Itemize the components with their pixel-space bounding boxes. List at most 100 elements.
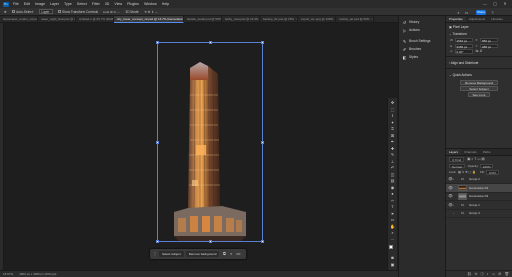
trash-icon[interactable]: 🗑 <box>504 272 509 276</box>
panel-brushes[interactable]: ✐ Brushes <box>399 45 445 53</box>
panel-actions[interactable]: ▷ Actions <box>399 26 445 34</box>
layer-row[interactable]: 👁 Generative Fill <box>446 193 512 201</box>
screen-mode-icon[interactable]: ▣ <box>390 262 396 269</box>
panel-history[interactable]: ↺ History <box>399 18 445 26</box>
menu-help[interactable]: Help <box>162 2 169 6</box>
opacity-field[interactable]: 100% <box>479 163 494 169</box>
fill-field[interactable]: 100% <box>485 170 500 175</box>
select-subject-button[interactable]: Select subject <box>159 251 184 257</box>
close-tab-icon[interactable]: × <box>371 17 373 21</box>
angle-field[interactable]: 0.00° <box>454 49 473 54</box>
panel-brush-settings[interactable]: ✎ Brush Settings <box>399 37 445 45</box>
search-icon[interactable]: ⌕ <box>456 10 461 15</box>
blend-mode-dropdown[interactable]: Normal <box>449 163 465 169</box>
handle-top-left[interactable] <box>156 41 159 44</box>
align-icons[interactable]: ⊟ ⊞ ⊠ ⊡ ⋯ <box>103 10 120 14</box>
transform-bounding-box[interactable] <box>156 41 264 243</box>
mask-icon[interactable]: ◫ <box>480 272 483 276</box>
maximize-icon[interactable]: ▢ <box>490 1 500 7</box>
menu-plugins[interactable]: Plugins <box>127 2 139 6</box>
link-icon[interactable]: ⛓ <box>467 272 472 276</box>
document-tab[interactable]: rooftop_alt.psd @ 50% × <box>336 16 374 23</box>
handle-bottom-center[interactable] <box>209 240 212 243</box>
layer-row[interactable]: 👁 Generative Fill <box>446 184 512 193</box>
menu-edit[interactable]: Edit <box>24 2 30 6</box>
menu-3d[interactable]: 3D <box>105 2 110 6</box>
layer-kind-filter[interactable]: Q Kind <box>449 157 465 162</box>
tab-channels[interactable]: Channels <box>461 149 480 155</box>
transform-icon[interactable]: ⧉ <box>221 251 227 257</box>
menu-window[interactable]: Window <box>144 2 157 6</box>
document-tab[interactable]: export_sm.png @ 100% × <box>298 16 336 23</box>
auto-select-checkbox[interactable] <box>11 10 15 13</box>
layer-row[interactable]: › ▭ Group 3 <box>446 210 512 218</box>
width-field[interactable]: 1664 px <box>454 37 473 43</box>
handle-bottom-right[interactable] <box>261 240 264 243</box>
auto-select-toggle[interactable]: Auto-Select: <box>11 10 34 14</box>
document-tab[interactable]: lobby_view.psd @ 33.3% × <box>222 16 260 23</box>
new-layer-icon[interactable]: ⊞ <box>498 272 501 276</box>
adjustment-icon[interactable]: ◐ <box>487 272 489 276</box>
handle-top-right[interactable] <box>261 41 264 44</box>
visibility-eye-icon[interactable]: 👁 <box>448 194 453 198</box>
menu-filter[interactable]: Filter <box>92 2 100 6</box>
document-tab[interactable]: city_tower_concept_v2.psd @ 16.7% (Gener… <box>114 16 184 23</box>
layer-row[interactable]: 👁 › ▭ Group 2 <box>446 176 512 184</box>
layer-select-dropdown[interactable]: Layer <box>38 9 53 14</box>
help-icon[interactable]: ? <box>490 10 495 15</box>
tab-layers[interactable]: Layers <box>446 149 462 155</box>
quick-actions-title[interactable]: ⌄ Quick Actions <box>446 71 512 78</box>
close-icon[interactable]: ✕ <box>500 1 510 7</box>
tab-libraries[interactable]: Libraries <box>488 16 506 22</box>
folder-icon[interactable]: ▭ <box>492 272 495 276</box>
document-tab[interactable]: facade_detail.psd @ 50% × <box>184 16 222 23</box>
lock-icons[interactable]: ▦ ✎ ✥ ▢ 🔒 <box>458 170 476 174</box>
menu-file[interactable]: File <box>13 2 19 6</box>
foreground-color-swatch[interactable] <box>388 245 393 249</box>
menu-type[interactable]: Type <box>64 2 72 6</box>
filter-icons[interactable]: ▣ ◐ T ▭ ▤ <box>467 157 484 161</box>
menu-image[interactable]: Image <box>35 2 45 6</box>
share-button[interactable]: Share <box>476 9 486 15</box>
document-tab[interactable]: skyscraper_render_v3.psd @ 33.3% (Group … <box>0 16 38 23</box>
handle-mid-right[interactable] <box>261 141 264 144</box>
tab-paths[interactable]: Paths <box>480 149 494 155</box>
minimize-icon[interactable]: — <box>480 1 490 7</box>
more-options-icon[interactable]: ••• <box>235 251 241 257</box>
select-subject-button[interactable]: Select Subject <box>460 85 498 91</box>
align-section-title[interactable]: › Align and Distribute <box>446 59 512 66</box>
expand-chevron-icon[interactable]: › <box>453 203 456 207</box>
document-tab[interactable]: tower_night_final.psd @ 25% (Layer 2, RG… <box>38 16 76 23</box>
menu-layer[interactable]: Layer <box>50 2 59 6</box>
expand-chevron-icon[interactable]: › <box>453 177 456 181</box>
document-tab[interactable]: Untitled-1 @ 66.7% (RGB/8) × <box>76 16 114 23</box>
drag-handle-icon[interactable]: ⋮ <box>152 251 158 257</box>
menu-view[interactable]: View <box>114 2 122 6</box>
show-transform-checkbox[interactable] <box>57 10 61 13</box>
panel-styles[interactable]: ◧ Styles <box>399 53 445 61</box>
menu-select[interactable]: Select <box>77 2 87 6</box>
move-tool-icon[interactable]: ✥ <box>4 10 7 14</box>
height-field[interactable]: 3456 px <box>454 43 473 49</box>
layer-row[interactable]: 👁 › ▭ Group 1 <box>446 201 512 210</box>
mode-3d-icons[interactable]: ⟲ ✥ ⇕ ⇔ <box>144 10 158 14</box>
zoom-level[interactable]: 16.67% <box>3 272 13 276</box>
handle-bottom-left[interactable] <box>156 240 159 243</box>
flip-icons[interactable]: ⇋ ⇵ <box>476 49 483 53</box>
transform-section-title[interactable]: ⌄ Transform <box>446 30 512 37</box>
see-more-button[interactable]: See more <box>468 91 490 97</box>
visibility-eye-icon[interactable]: 👁 <box>448 186 453 190</box>
handle-mid-left[interactable] <box>156 141 159 144</box>
x-field[interactable]: 656 px <box>480 37 498 43</box>
fx-icon[interactable]: fx <box>475 272 478 276</box>
remove-background-button[interactable]: Remove background <box>185 251 220 257</box>
workspace-icon[interactable]: ▭ <box>464 10 469 15</box>
tab-adjustments[interactable]: Adjustments <box>466 16 489 22</box>
remove-background-button[interactable]: Remove Background <box>460 79 498 85</box>
show-transform-toggle[interactable]: Show Transform Controls <box>57 10 98 14</box>
y-field[interactable]: 288 px <box>480 43 498 49</box>
mask-icon[interactable]: ◐ <box>228 251 234 257</box>
expand-chevron-icon[interactable]: › <box>453 211 456 215</box>
document-tab[interactable]: backup_01.psd @ 25% × <box>260 16 298 23</box>
handle-top-center[interactable] <box>209 41 212 44</box>
